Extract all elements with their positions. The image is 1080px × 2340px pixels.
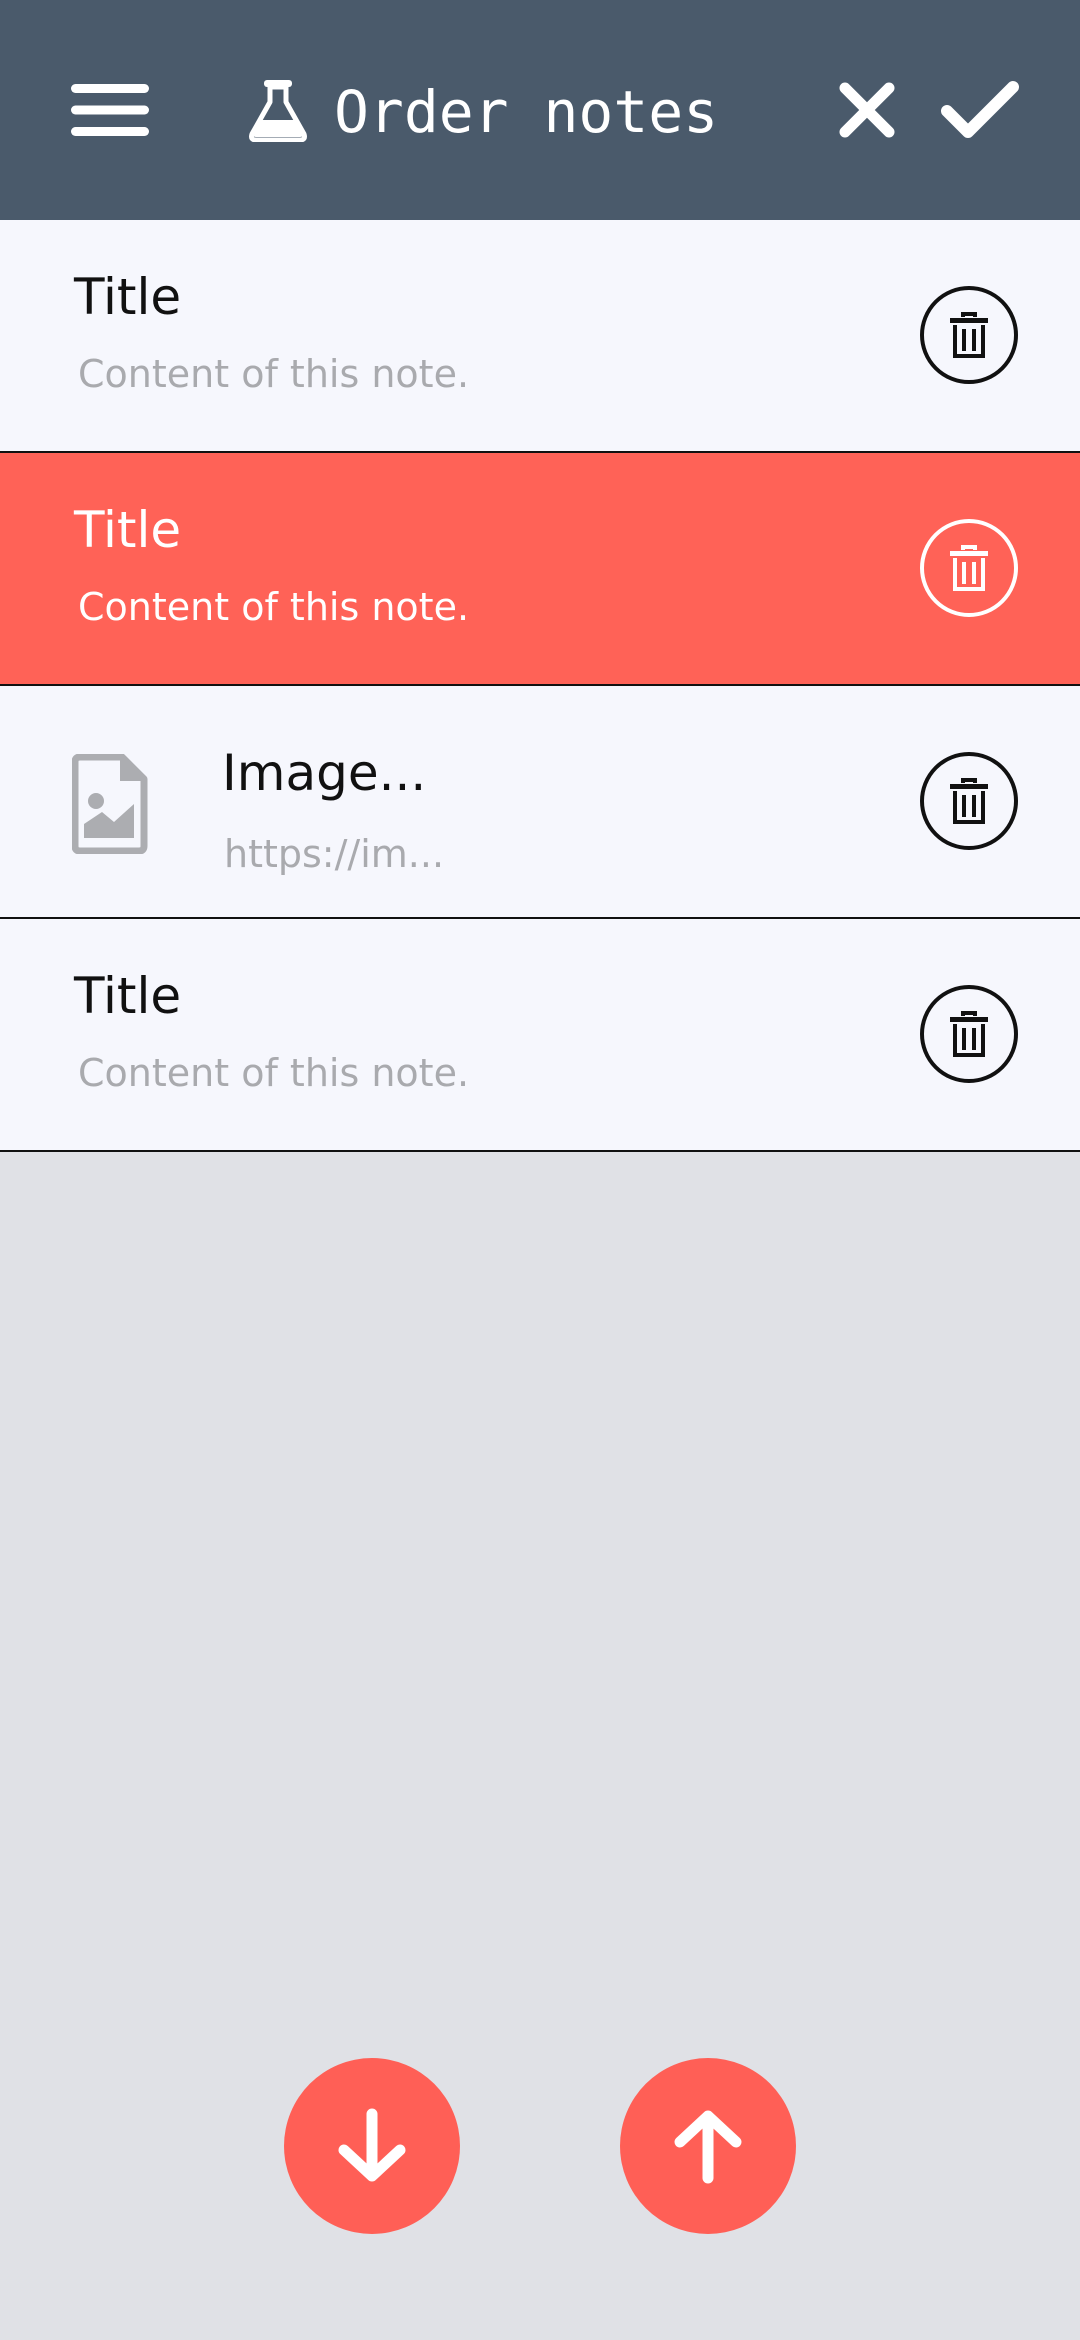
note-content: Content of this note. xyxy=(78,1051,470,1095)
image-note-item[interactable]: Image... https://im... xyxy=(0,686,1080,919)
page-title: Order notes xyxy=(334,78,719,146)
note-content: https://im... xyxy=(224,832,445,876)
note-title: Title xyxy=(74,967,182,1025)
flask-icon xyxy=(249,80,307,142)
delete-note-button[interactable] xyxy=(920,985,1018,1083)
delete-note-button[interactable] xyxy=(920,519,1018,617)
note-item[interactable]: Title Content of this note. xyxy=(0,919,1080,1152)
trash-icon xyxy=(950,1011,988,1057)
delete-note-button[interactable] xyxy=(920,286,1018,384)
move-up-button[interactable] xyxy=(620,2058,796,2234)
app-bar: Order notes xyxy=(0,0,1080,220)
note-content: Content of this note. xyxy=(78,585,470,629)
note-title: Image... xyxy=(222,744,427,802)
note-title: Title xyxy=(74,268,182,326)
trash-icon xyxy=(950,312,988,358)
arrow-down-icon xyxy=(338,2108,406,2182)
delete-note-button[interactable] xyxy=(920,752,1018,850)
trash-icon xyxy=(950,545,988,591)
confirm-button[interactable] xyxy=(930,70,1030,150)
trash-icon xyxy=(950,778,988,824)
cancel-button[interactable] xyxy=(826,70,908,150)
hamburger-menu-icon xyxy=(71,84,149,136)
image-file-icon xyxy=(72,754,148,854)
notes-list: Title Content of this note. Title Conten… xyxy=(0,220,1080,1152)
note-item-selected[interactable]: Title Content of this note. xyxy=(0,453,1080,686)
close-icon xyxy=(839,82,895,138)
checkmark-icon xyxy=(941,81,1019,138)
note-content: Content of this note. xyxy=(78,352,470,396)
note-item[interactable]: Title Content of this note. xyxy=(0,220,1080,453)
note-title: Title xyxy=(74,501,182,559)
menu-button[interactable] xyxy=(60,70,160,150)
move-down-button[interactable] xyxy=(284,2058,460,2234)
arrow-up-icon xyxy=(674,2110,742,2184)
